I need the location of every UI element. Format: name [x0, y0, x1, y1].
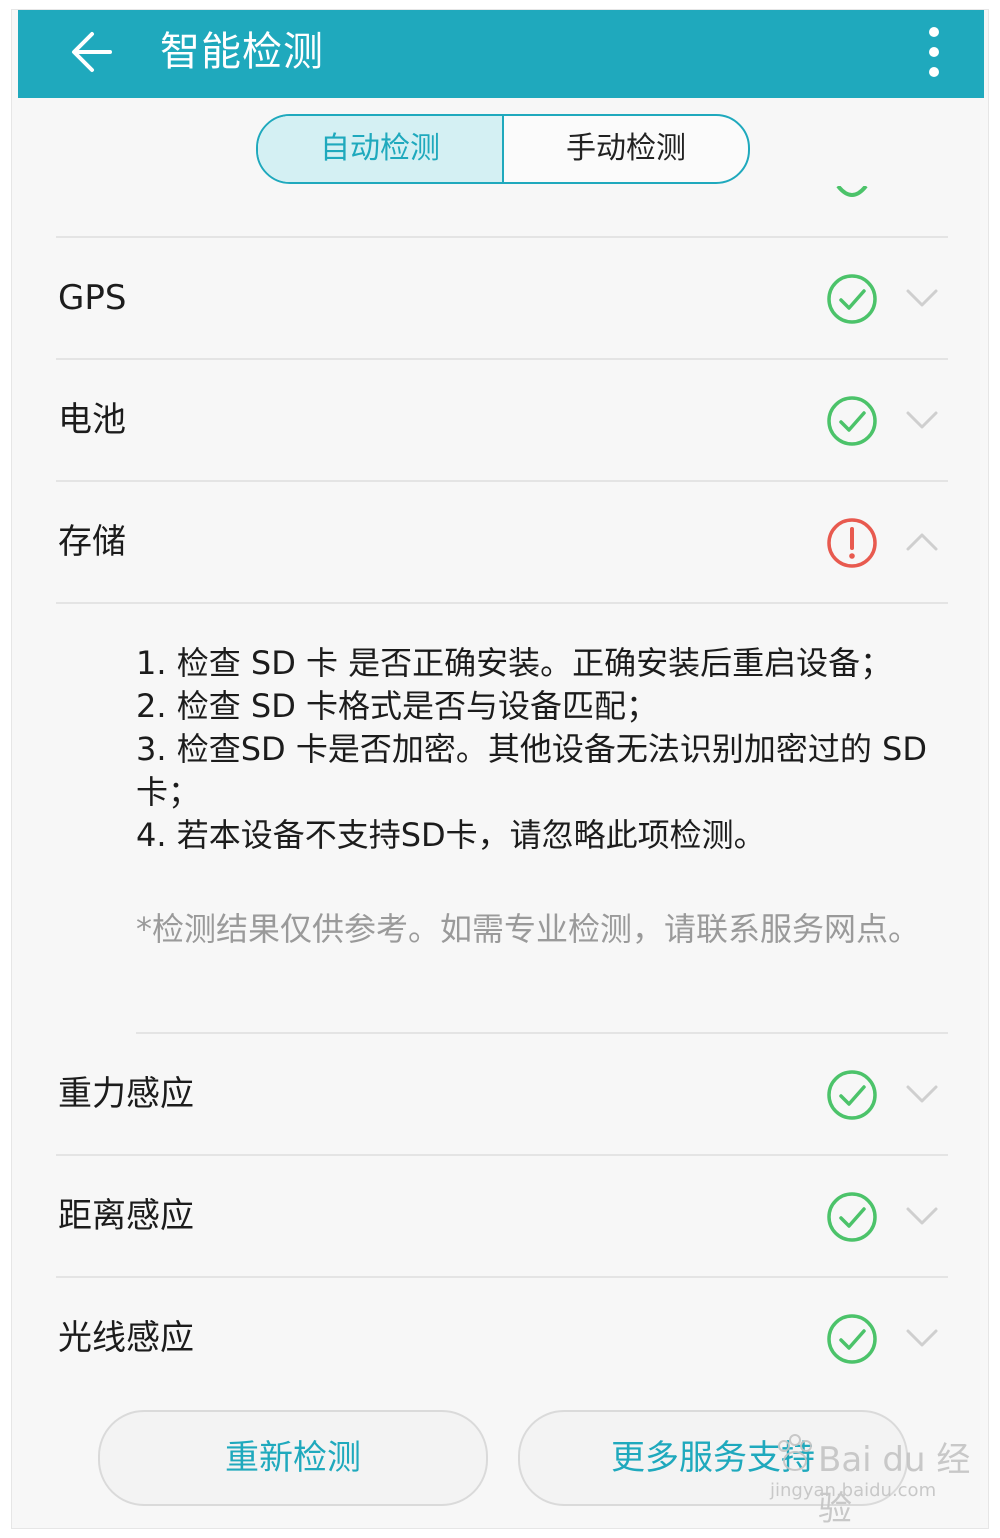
watermark: Bai du 经验 jingyan.baidu.com [764, 1428, 974, 1528]
divider [56, 602, 948, 604]
chevron-down-icon[interactable] [904, 284, 940, 312]
paw-logo-icon [778, 1434, 812, 1471]
mode-switch: 自动检测 手动检测 [256, 114, 750, 184]
check-item-gps[interactable]: GPS [56, 238, 948, 358]
detail-line: 4. 若本设备不支持SD卡，请忽略此项检测。 [136, 816, 766, 854]
chevron-down-icon[interactable] [904, 1202, 940, 1230]
back-arrow-icon[interactable] [66, 24, 122, 80]
check-item-label: 光线感应 [58, 1318, 194, 1358]
page-title: 智能检测 [160, 29, 324, 75]
check-circle-icon [827, 396, 877, 446]
check-item-label: 距离感应 [58, 1196, 194, 1236]
chevron-down-icon[interactable] [904, 406, 940, 434]
check-item-storage[interactable]: 存储 [56, 482, 948, 602]
check-item-battery[interactable]: 电池 [56, 360, 948, 480]
screen: 智能检测 自动检测 手动检测 GPS 电池 存储 1. 检查 SD 卡 是否正确… [12, 10, 988, 1528]
check-item-label: 电池 [58, 400, 126, 440]
chevron-down-icon[interactable] [904, 1324, 940, 1352]
previous-item-status-icon [836, 186, 868, 197]
chevron-down-icon[interactable] [904, 1080, 940, 1108]
disclaimer-note: *检测结果仅供参考。如需专业检测，请联系服务网点。 [136, 910, 921, 948]
check-circle-icon [827, 1192, 877, 1242]
app-bar: 智能检测 [18, 10, 984, 98]
chevron-up-icon[interactable] [904, 528, 940, 556]
check-item-label: 存储 [58, 522, 126, 562]
more-options-icon[interactable] [920, 16, 948, 88]
check-item-label: 重力感应 [58, 1074, 194, 1114]
detail-line: 1. 检查 SD 卡 是否正确安装。正确安装后重启设备； [136, 644, 893, 682]
storage-detail: 1. 检查 SD 卡 是否正确安装。正确安装后重启设备； 2. 检查 SD 卡格… [136, 642, 936, 857]
check-circle-icon [827, 1314, 877, 1364]
check-circle-icon [827, 1070, 877, 1120]
tab-manual-detect[interactable]: 手动检测 [504, 116, 748, 182]
detail-line: 2. 检查 SD 卡格式是否与设备匹配； [136, 687, 659, 725]
check-item-proximity-sensor[interactable]: 距离感应 [56, 1156, 948, 1276]
exclamation-circle-icon [827, 518, 877, 568]
check-circle-icon [827, 274, 877, 324]
tab-auto-detect[interactable]: 自动检测 [258, 116, 504, 182]
watermark-url: jingyan.baidu.com [770, 1480, 937, 1501]
check-item-gravity-sensor[interactable]: 重力感应 [56, 1034, 948, 1154]
check-item-light-sensor[interactable]: 光线感应 [56, 1278, 948, 1398]
check-item-label: GPS [58, 278, 127, 318]
detail-line: 3. 检查SD 卡是否加密。其他设备无法识别加密过的 SD 卡； [136, 730, 927, 811]
retest-button[interactable]: 重新检测 [98, 1410, 488, 1506]
